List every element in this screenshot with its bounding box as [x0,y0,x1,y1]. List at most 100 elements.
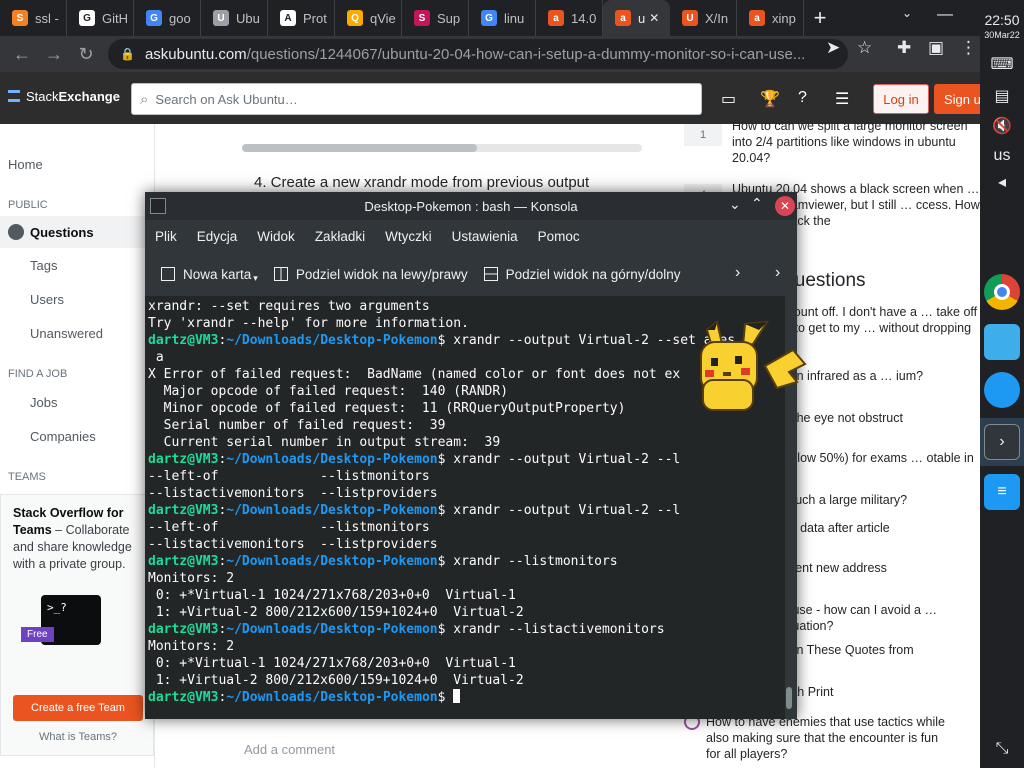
side-panel-icon[interactable]: ▣ [928,38,944,58]
teams-promo-text: Stack Overflow for Teams – Collaborate a… [13,505,143,573]
back-icon[interactable]: ← [6,38,38,70]
extensions-icon[interactable]: ✚ [897,38,911,58]
nav-section-public: PUBLIC [8,199,48,211]
terminal-line-text: --listactivemonitors --listproviders [148,486,438,501]
browser-tab[interactable]: U X/In [670,0,737,36]
konsole-menu-item[interactable]: Pomoc [538,229,580,244]
terminal-scrollbar-thumb[interactable] [786,687,792,709]
signup-button[interactable]: Sign u [934,84,980,114]
prompt-user: dartz@VM3 [148,333,219,348]
browser-tab[interactable]: Glinu [469,0,536,36]
browser-tab[interactable]: a u ✕ [603,0,670,36]
prompt-user: dartz@VM3 [148,554,219,569]
konsole-menu-item[interactable]: Edycja [197,229,238,244]
hot-network-question-link[interactable]: How to have enemies that use tactics whi… [706,714,954,762]
forward-icon[interactable]: → [38,38,70,70]
close-icon[interactable]: ✕ [775,196,795,216]
code-horizontal-scrollbar[interactable] [242,144,642,152]
new-tab-button[interactable]: + [804,0,836,36]
free-badge: Free [21,627,54,642]
browser-tab[interactable]: a xinp [737,0,804,36]
tab-label: 14.0 [571,10,597,26]
tab-close-icon[interactable]: ✕ [649,11,659,25]
new-tab-toolbar-button[interactable]: Nowa karta ▾ [161,265,258,284]
what-is-teams-link[interactable]: What is Teams? [1,731,155,743]
maximize-icon[interactable]: ⌃ [751,195,763,212]
nav-jobs[interactable]: Jobs [30,395,57,410]
terminal-output-line: --left-of --listmonitors [148,519,735,536]
browser-tab[interactable]: Sssl - [0,0,67,36]
terminal-output-line: Minor opcode of failed request: 11 (RRQu… [148,400,735,417]
browser-tab[interactable]: A Prot [268,0,335,36]
search-icon: ⌕ [140,90,149,108]
browser-menu-icon[interactable]: ⋮ [960,38,977,58]
tab-label: GitH [102,10,128,26]
keyboard-icon[interactable]: ⌨ [990,54,1014,76]
resize-handle-icon[interactable]: ⤡ [990,740,1014,762]
konsole-menu-item[interactable]: Widok [257,229,295,244]
terminal-output-line: Major opcode of failed request: 140 (RAN… [148,383,735,400]
terminal-output-line: 0: +*Virtual-1 1024/271x768/203+0+0 Virt… [148,655,735,672]
files-app-icon[interactable] [984,324,1020,360]
code-scrollbar-thumb[interactable] [242,144,477,152]
volume-muted-icon[interactable]: 🔇 [990,116,1014,138]
konsole-app-icon-shelf[interactable]: › [984,424,1020,460]
bookmark-star-icon[interactable]: ☆ [857,38,872,58]
reload-icon[interactable]: ↻ [70,38,102,70]
terminal-line-text: xrandr --output Virtual-2 --set awes [445,333,736,348]
lock-icon[interactable]: 🔒 [120,47,135,61]
settings-app-icon[interactable]: ≡ [984,474,1020,510]
browser-tab[interactable]: U Ubu [201,0,268,36]
help-icon[interactable]: ? [798,89,807,107]
clipboard-icon[interactable]: ▤ [990,86,1014,108]
chrome-app-icon[interactable] [984,274,1020,310]
terminal-line-text: 1: +Virtual-2 800/212x600/159+1024+0 Vir… [148,605,524,620]
login-button[interactable]: Log in [873,84,929,114]
konsole-titlebar[interactable]: Desktop-Pokemon : bash — Konsola ⌄ ⌃ ✕ [145,192,797,220]
inbox-icon[interactable]: ▭ [721,89,736,109]
add-comment-link[interactable]: Add a comment [244,742,335,757]
konsole-menu-item[interactable]: Ustawienia [452,229,518,244]
konsole-menu-item[interactable]: Plik [155,229,177,244]
minimize-window-button[interactable]: — [937,6,953,24]
site-switcher-icon[interactable]: ☰ [835,89,849,109]
terminal-output-line: 0: +*Virtual-1 1024/271x768/203+0+0 Virt… [148,587,735,604]
split-left-right-button[interactable]: Podziel widok na lewy/prawy [273,267,468,282]
nav-home[interactable]: Home [8,157,43,172]
nav-unanswered[interactable]: Unanswered [30,326,103,341]
clock[interactable]: 22:50 [980,12,1024,28]
linked-question-link[interactable]: How to can we split a large monitor scre… [732,118,980,166]
nav-users[interactable]: Users [30,292,64,307]
terminal-command-line: dartz@VM3:~/Downloads/Desktop-Pokemon$ x… [148,451,735,468]
terminal-line-text: X Error of failed request: BadName (name… [148,367,681,382]
konsole-app-icon[interactable] [150,198,166,214]
pikachu-sprite[interactable] [693,316,811,416]
split-top-bottom-button[interactable]: Podziel widok na górny/dolny [483,267,681,282]
toolbar-overflow-icon[interactable]: › [735,264,740,282]
browser-tab[interactable]: G GitH [67,0,134,36]
address-bar[interactable]: 🔒 askubuntu.com/questions/1244067/ubuntu… [108,39,848,69]
minimize-icon[interactable]: ⌄ [729,196,741,213]
browser-tab[interactable]: a 14.0 [536,0,603,36]
terminal-output-line: Monitors: 2 [148,570,735,587]
input-method[interactable]: us [990,147,1014,169]
tab-search-icon[interactable]: ⌄ [902,6,912,20]
konsole-menu-item[interactable]: Zakładki [315,229,365,244]
tab-favicon-icon: G [79,10,95,26]
browser-tab[interactable]: S Sup [402,0,469,36]
nav-tags[interactable]: Tags [30,258,57,273]
create-free-team-button[interactable]: Create a free Team [13,695,143,721]
nav-companies[interactable]: Companies [30,429,96,444]
achievements-icon[interactable]: 🏆 [760,89,780,109]
browser-tab[interactable]: QqVie [335,0,402,36]
collapse-shelf-icon[interactable]: ◂ [990,172,1014,194]
site-search-input[interactable]: ⌕ Search on Ask Ubuntu… [131,83,702,115]
terminal-view[interactable]: xrandr: --set requires two arguments Try … [145,296,785,719]
send-tab-icon[interactable]: ➤ [826,38,840,58]
browser-tab[interactable]: Ggoo [134,0,201,36]
konsole-menu-item[interactable]: Wtyczki [385,229,432,244]
nav-questions[interactable]: Questions [0,216,155,248]
toolbar-more-icon[interactable]: › [775,264,780,282]
stackexchange-logo[interactable]: StackExchange [8,89,120,104]
browser-app-icon[interactable] [984,372,1020,408]
